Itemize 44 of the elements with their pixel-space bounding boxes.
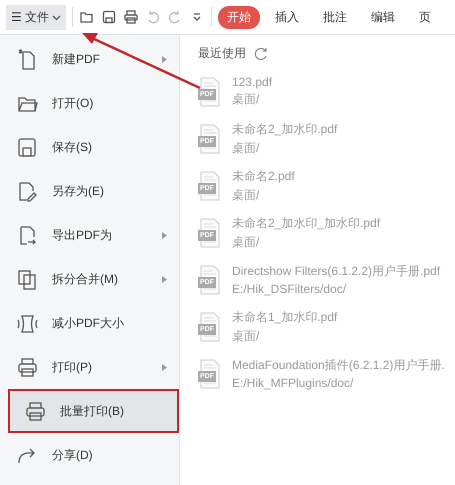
file-path: 桌面/ [232,328,260,344]
refresh-icon[interactable] [254,46,268,60]
ribbon-tab[interactable]: 页 [410,6,440,28]
menu-item[interactable]: 拆分合并(M) [0,257,179,301]
section-title: 最近使用 [198,45,246,62]
menu-item[interactable]: 打印(P) [0,345,179,389]
file-name: 未命名2_加水印_加水印.pdf [232,214,380,232]
menu-item[interactable]: 导出PDF为 [0,213,179,257]
save-icon[interactable] [100,9,117,25]
ribbon-tab[interactable]: 开始 [218,6,260,28]
file-path: 桌面/ [232,234,260,250]
file-name: Directshow Filters(6.1.2.2)用户手册.pdf [232,263,440,280]
file-path: 桌面/ [232,91,260,108]
file-name: 未命名1_加水印.pdf [232,308,338,326]
submenu-arrow-icon [162,276,167,282]
file-name: 未命名2.pdf [232,168,295,184]
ribbon-tab[interactable]: 批注 [314,6,356,28]
print-icon [16,356,38,378]
file-name: 未命名2_加水印.pdf [232,120,338,138]
submenu-arrow-icon [162,232,167,238]
menu-item[interactable]: 另存为(E) [0,169,179,213]
split-merge-icon [16,268,38,290]
chevron-down-icon [52,12,61,22]
save-icon [16,136,38,158]
menu-item[interactable]: 新建PDF [0,37,179,81]
menu-icon: ☰ [11,10,22,24]
file-path: E:/Hik_MFPlugins/doc/ [232,376,354,390]
print-icon [24,400,46,422]
file-name: 123.pdf [232,75,272,89]
file-path: 桌面/ [232,186,260,204]
file-path: E:/Hik_DSFilters/doc/ [232,282,348,296]
ribbon-tab[interactable]: 编辑 [362,6,404,28]
menu-item[interactable]: 打开(O) [0,81,179,125]
print-icon[interactable] [122,9,139,25]
menu-item[interactable]: 批量打印(B) [8,389,179,433]
file-path: 桌面/ [232,140,260,156]
submenu-arrow-icon [162,364,167,370]
menu-item[interactable]: 分享(D) [0,433,179,477]
file-menu-button[interactable]: ☰ 文件 [6,4,66,30]
menu-item[interactable]: 保存(S) [0,125,179,169]
submenu-arrow-icon [162,56,167,62]
file-name: MediaFoundation插件(6.2.1.2)用户手册. [232,357,445,374]
ribbon-tab[interactable]: 插入 [266,6,308,28]
menu-item[interactable]: 减小PDF大小 [0,301,179,345]
